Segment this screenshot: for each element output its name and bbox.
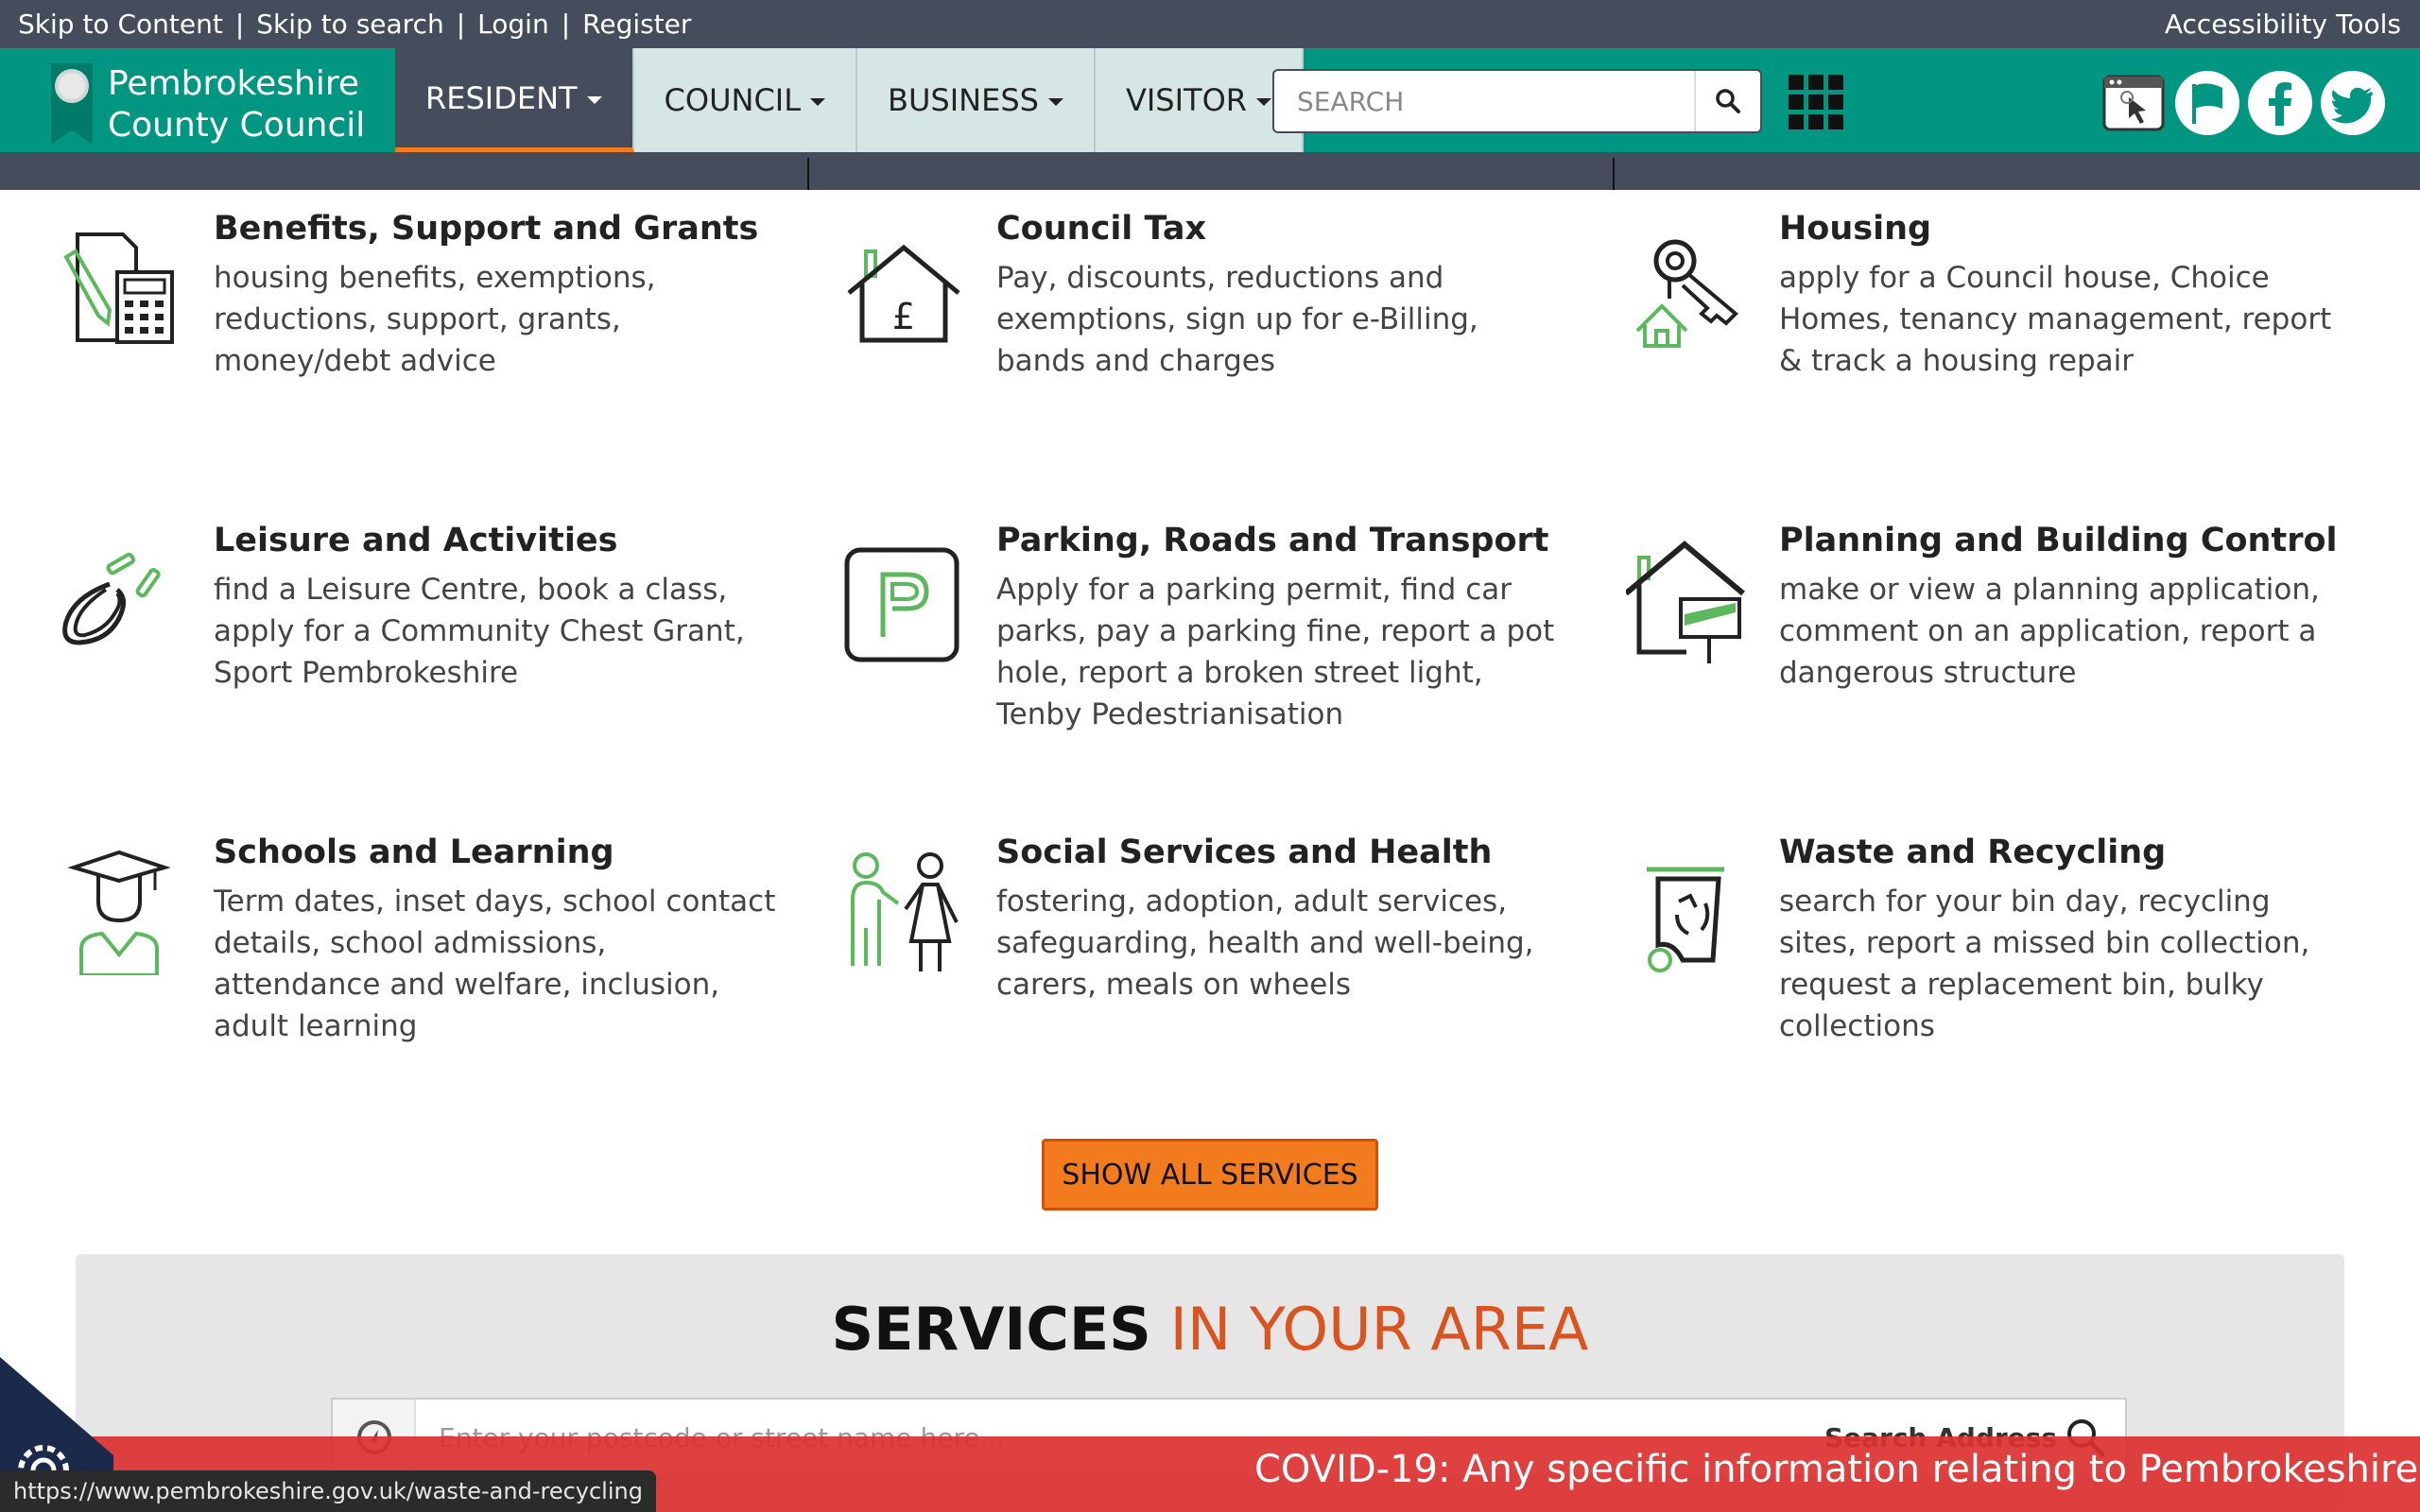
logo-text: Pembrokeshire County Council xyxy=(108,63,365,146)
logo-line-2: County Council xyxy=(108,106,366,145)
logo-line-1: Pembrokeshire xyxy=(108,64,359,103)
chevron-down-icon xyxy=(1256,98,1271,106)
separator: | xyxy=(561,9,571,40)
house-pound-icon: £ xyxy=(847,244,960,343)
service-description: fostering, adoption, adult services, saf… xyxy=(996,885,1534,1002)
keys-house-icon xyxy=(1635,239,1738,348)
graduate-icon xyxy=(67,850,171,975)
service-title[interactable]: Schools and Learning xyxy=(214,833,614,871)
utility-bar: Skip to Content | Skip to search | Login… xyxy=(0,0,2420,48)
accessibility-tools-link[interactable]: Accessibility Tools xyxy=(2165,0,2401,48)
site-search xyxy=(1272,69,1762,133)
calculator-pencil-icon xyxy=(63,232,174,344)
recycling-bin-icon xyxy=(1647,867,1724,972)
adult-child-icon xyxy=(851,852,959,971)
service-description: housing benefits, exemptions, reductions… xyxy=(214,261,656,378)
register-link[interactable]: Register xyxy=(582,9,691,40)
logo-emblem-icon xyxy=(55,69,89,103)
parking-sign-icon xyxy=(844,547,959,662)
service-description: apply for a Council house, Choice Homes,… xyxy=(1779,261,2332,378)
chevron-down-icon xyxy=(1047,98,1063,106)
service-description: find a Leisure Centre, book a class, app… xyxy=(214,573,745,690)
welsh-flag-icon[interactable] xyxy=(2173,69,2241,137)
separator: | xyxy=(234,9,245,40)
skip-to-content-link[interactable]: Skip to Content xyxy=(18,9,223,40)
svg-text:£: £ xyxy=(892,296,915,337)
separator: | xyxy=(456,9,466,40)
service-title[interactable]: Social Services and Health xyxy=(996,833,1492,871)
area-heading: SERVICES IN YOUR AREA xyxy=(76,1292,2344,1367)
chevron-down-icon xyxy=(810,98,826,106)
search-button[interactable] xyxy=(1694,71,1760,131)
nav-business[interactable]: BUSINESS xyxy=(857,48,1096,152)
sub-nav-bar xyxy=(0,152,2420,190)
divider xyxy=(807,158,809,190)
facebook-icon[interactable] xyxy=(2246,69,2314,137)
service-title[interactable]: Planning and Building Control xyxy=(1779,522,2338,559)
accessibility-tool-icon[interactable] xyxy=(2100,69,2169,137)
service-title[interactable]: Waste and Recycling xyxy=(1779,833,2166,871)
service-description: search for your bin day, recycling sites… xyxy=(1779,885,2310,1043)
service-title[interactable]: Housing xyxy=(1779,210,1931,248)
skipping-rope-icon xyxy=(62,552,161,645)
skip-to-search-link[interactable]: Skip to search xyxy=(256,9,443,40)
house-planning-sign-icon xyxy=(1626,541,1745,663)
twitter-icon[interactable] xyxy=(2319,69,2387,137)
area-heading-rest: IN YOUR AREA xyxy=(1169,1295,1589,1364)
service-title[interactable]: Parking, Roads and Transport xyxy=(996,522,1549,559)
chevron-down-icon xyxy=(586,95,602,104)
service-title[interactable]: Benefits, Support and Grants xyxy=(214,210,758,248)
site-header: Pembrokeshire County Council RESIDENT CO… xyxy=(0,48,2420,152)
nav-visitor-label: VISITOR xyxy=(1125,82,1247,118)
nav-business-label: BUSINESS xyxy=(888,82,1039,118)
service-description: Term dates, inset days, school contact d… xyxy=(214,885,776,1043)
service-title[interactable]: Leisure and Activities xyxy=(214,522,617,559)
service-description: Apply for a parking permit, find car par… xyxy=(996,573,1555,731)
apps-grid-icon[interactable] xyxy=(1789,75,1843,129)
status-bar-url: https://www.pembrokeshire.gov.uk/waste-a… xyxy=(0,1470,656,1512)
utility-links: Skip to Content | Skip to search | Login… xyxy=(18,0,691,48)
covid-banner-text: COVID-19: Any specific information relat… xyxy=(1254,1448,2420,1491)
nav-council[interactable]: COUNCIL xyxy=(633,48,858,152)
service-title[interactable]: Council Tax xyxy=(996,210,1206,248)
search-input[interactable] xyxy=(1274,71,1696,131)
divider xyxy=(1613,158,1615,190)
search-icon xyxy=(1716,89,1740,113)
area-heading-bold: SERVICES xyxy=(831,1295,1151,1364)
service-description: Pay, discounts, reductions and exemption… xyxy=(996,261,1478,378)
nav-council-label: COUNCIL xyxy=(664,82,802,118)
council-logo[interactable]: Pembrokeshire County Council xyxy=(49,56,371,150)
show-all-services-button[interactable]: SHOW ALL SERVICES xyxy=(1042,1139,1378,1211)
main-nav: RESIDENT COUNCIL BUSINESS VISITOR xyxy=(395,48,1304,152)
login-link[interactable]: Login xyxy=(477,9,549,40)
nav-resident[interactable]: RESIDENT xyxy=(395,48,634,152)
nav-resident-label: RESIDENT xyxy=(425,79,578,116)
service-description: make or view a planning application, com… xyxy=(1779,573,2320,690)
